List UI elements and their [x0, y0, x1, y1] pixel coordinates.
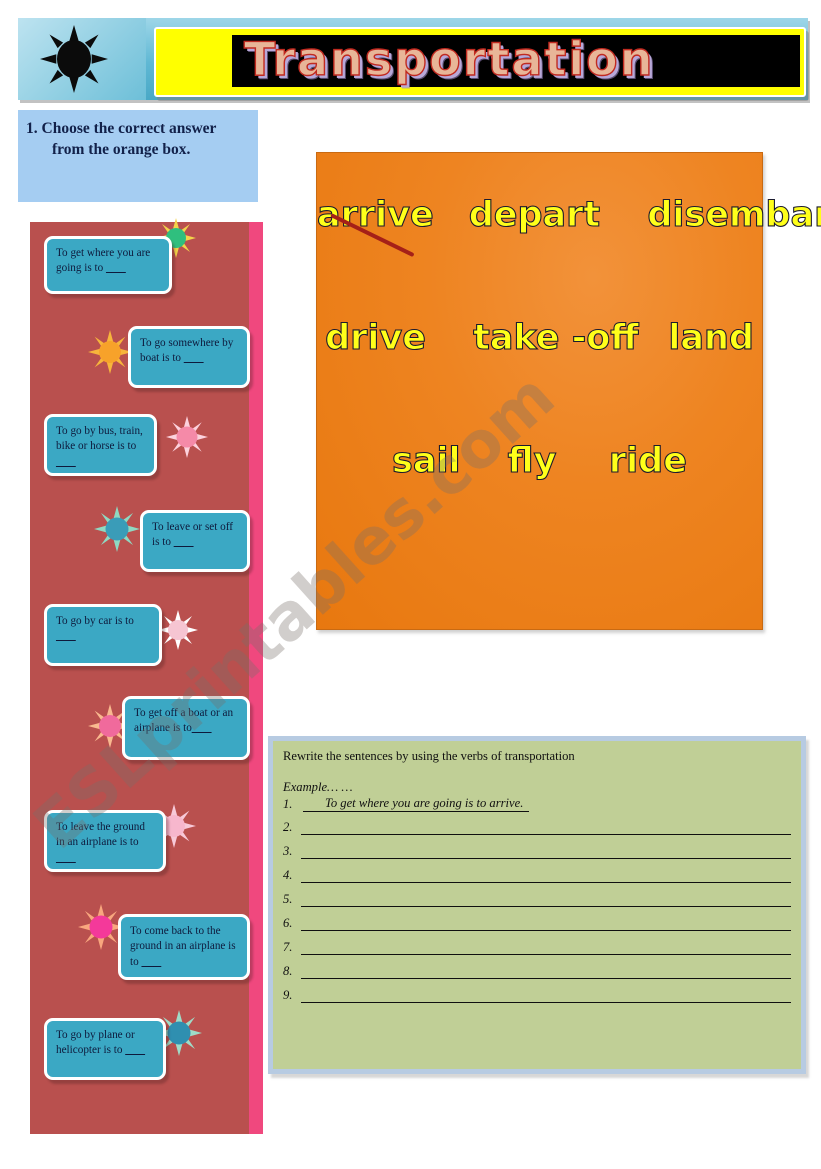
header-band: Transportation — [18, 18, 808, 106]
definition-bubble: To leave the ground in an airplane is to… — [38, 807, 166, 872]
write-rule[interactable] — [301, 821, 791, 835]
answer-line[interactable]: 9. — [283, 988, 791, 1003]
write-rule[interactable] — [301, 989, 791, 1003]
decorative-sun-icon-4 — [94, 506, 140, 552]
write-rule[interactable] — [301, 917, 791, 931]
definition-bubble: To go by bus, train, bike or horse is to… — [38, 411, 157, 476]
exercise-instruction: Rewrite the sentences by using the verbs… — [283, 749, 575, 763]
write-rule[interactable] — [301, 869, 791, 883]
answer-line[interactable]: 4. — [283, 868, 791, 883]
answer-line[interactable]: 3. — [283, 844, 791, 859]
write-rule[interactable] — [301, 845, 791, 859]
definition-bubble: To come back to the ground in an airplan… — [112, 911, 250, 980]
answer-blank[interactable]: ___ — [106, 262, 126, 274]
decorative-sun-icon-5 — [158, 610, 198, 650]
line-number: 8. — [283, 964, 293, 978]
answer-line[interactable]: 6. — [283, 916, 791, 931]
write-rule[interactable] — [301, 965, 791, 979]
title-banner: Transportation — [154, 27, 806, 97]
example-number: 1. — [283, 797, 293, 811]
answer-blank[interactable]: ___ — [56, 630, 76, 642]
line-number: 6. — [283, 916, 293, 930]
answer-blank[interactable]: ___ — [142, 956, 162, 968]
definition-bubble: To get off a boat or an airplane is to__… — [116, 693, 250, 760]
word-bank-row-1: arrive depart disembark — [316, 194, 821, 235]
definitions-panel: To get where you are going is to ___ To … — [30, 218, 263, 1134]
line-number: 7. — [283, 940, 293, 954]
page-title: Transportation — [243, 31, 655, 86]
write-rule[interactable] — [301, 941, 791, 955]
line-number: 5. — [283, 892, 293, 906]
decorative-sun-icon-3 — [166, 416, 208, 458]
answer-blank[interactable]: ___ — [192, 722, 212, 734]
instruction-text: 1. Choose the correct answer from the or… — [26, 120, 217, 159]
answer-line[interactable]: 8. — [283, 964, 791, 979]
example-answer: To get where you are going is to arrive. — [303, 796, 530, 812]
answer-blank[interactable]: ___ — [125, 1044, 145, 1056]
example-line: 1. To get where you are going is to arri… — [283, 796, 791, 812]
write-rule[interactable] — [301, 893, 791, 907]
answer-blank[interactable]: ___ — [174, 536, 194, 548]
word-bank-box: arrive depart disembark drive take -off … — [316, 152, 821, 630]
sun-icon — [40, 25, 108, 93]
answer-line[interactable]: 7. — [283, 940, 791, 955]
definition-bubble: To go somewhere by boat is to ___ — [122, 323, 250, 388]
definition-bubble: To go by car is to ___ — [38, 601, 162, 666]
answer-line[interactable]: 5. — [283, 892, 791, 907]
definition-bubble: To get where you are going is to ___ — [38, 233, 172, 294]
line-number: 3. — [283, 844, 293, 858]
line-number: 4. — [283, 868, 293, 882]
rewrite-exercise-box: Rewrite the sentences by using the verbs… — [268, 736, 806, 1074]
word-bank-row-2: drive take -off land — [325, 317, 755, 358]
line-number: 9. — [283, 988, 293, 1002]
word-bank-row-3: sail fly ride — [391, 440, 687, 481]
definition-bubble: To leave or set off is to ___ — [134, 507, 250, 572]
answer-blank[interactable]: ___ — [56, 852, 76, 864]
definition-bubble: To go by plane or helicopter is to ___ — [38, 1015, 166, 1080]
worksheet-page: Transportation 1. Choose the correct ans… — [0, 0, 821, 1169]
answer-blank[interactable]: ___ — [184, 352, 204, 364]
answer-blank[interactable]: ___ — [56, 456, 76, 468]
decorative-sun-icon-2 — [88, 330, 132, 374]
answer-line[interactable]: 2. — [283, 820, 791, 835]
line-number: 2. — [283, 820, 293, 834]
instruction-box: 1. Choose the correct answer from the or… — [18, 110, 258, 202]
example-label: Example… … — [283, 780, 353, 794]
panel-accent-stripe — [249, 222, 263, 1134]
